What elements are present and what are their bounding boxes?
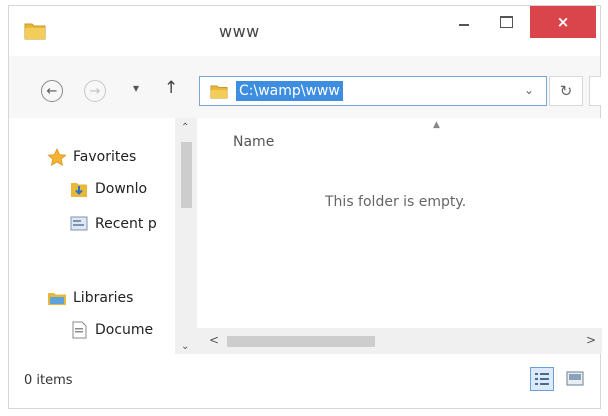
navigation-pane-scrollbar[interactable]: ⌃ ⌄ [175,118,197,354]
scroll-up-icon[interactable]: ⌃ [181,122,189,133]
maximize-icon [499,16,513,28]
recent-places-icon [70,216,88,231]
downloads-icon [71,183,87,197]
nav-item-downloads[interactable]: Downlo [69,180,175,198]
address-bar[interactable]: C:\wamp\www ⌄ [199,76,547,106]
folder-icon [24,23,46,40]
address-toolbar: ← → ▾ ↑ C:\wamp\www ⌄ ↻ [9,56,601,118]
address-path[interactable]: C:\wamp\www [236,81,343,101]
close-button[interactable]: × [530,6,596,38]
scroll-right-icon[interactable]: > [586,333,596,347]
up-arrow-icon[interactable]: ↑ [164,78,178,98]
refresh-button[interactable]: ↻ [549,76,583,106]
nav-item-label: Libraries [73,290,134,306]
search-box[interactable] [589,76,601,106]
scroll-left-icon[interactable]: < [209,333,219,347]
forward-button[interactable]: → [84,80,106,102]
nav-item-label: Favorites [73,149,137,165]
details-view-button[interactable] [530,367,554,391]
status-bar: 0 items [9,354,600,408]
scrollbar-thumb[interactable] [181,142,192,208]
file-list-horizontal-scrollbar[interactable]: < > [197,328,602,354]
back-arrow-icon: ← [46,83,58,99]
nav-item-documents[interactable]: Docume [69,321,175,339]
close-icon: × [556,13,570,31]
large-icons-view-button[interactable] [566,371,584,386]
recent-locations-dropdown-icon[interactable]: ▾ [133,81,139,95]
title-bar: www × [9,6,600,56]
back-button[interactable]: ← [41,80,63,102]
address-dropdown-icon[interactable]: ⌄ [524,83,534,97]
minimize-button[interactable] [449,6,479,38]
address-folder-icon [210,85,228,99]
nav-item-favorites[interactable]: Favorites [47,148,175,166]
scroll-down-icon[interactable]: ⌄ [181,341,189,352]
item-count: 0 items [24,373,73,388]
documents-icon [72,321,87,339]
forward-arrow-icon: → [89,83,101,99]
nav-item-libraries[interactable]: Libraries [47,289,175,307]
scrollbar-thumb[interactable] [227,336,375,347]
libraries-icon [48,293,66,305]
details-view-icon [535,373,549,385]
sort-caret-icon: ▲ [433,120,440,130]
nav-item-recent-places[interactable]: Recent p [69,215,175,233]
window-title: www [219,22,260,41]
nav-item-label: Docume [95,322,154,338]
file-list[interactable]: ▲ Name This folder is empty. [197,118,602,328]
empty-folder-message: This folder is empty. [325,194,467,210]
navigation-pane: Favorites Downlo Recent p Libraries Docu… [9,118,175,354]
star-icon [47,148,67,166]
nav-item-label: Recent p [95,216,157,232]
column-header-name[interactable]: Name [233,134,274,150]
explorer-window: www × ← → ▾ ↑ C:\wamp\www ⌄ ↻ Favorites … [8,5,602,409]
maximize-button[interactable] [489,6,523,38]
nav-item-label: Downlo [95,181,148,197]
refresh-icon: ↻ [559,82,573,100]
minimize-icon [459,24,469,26]
